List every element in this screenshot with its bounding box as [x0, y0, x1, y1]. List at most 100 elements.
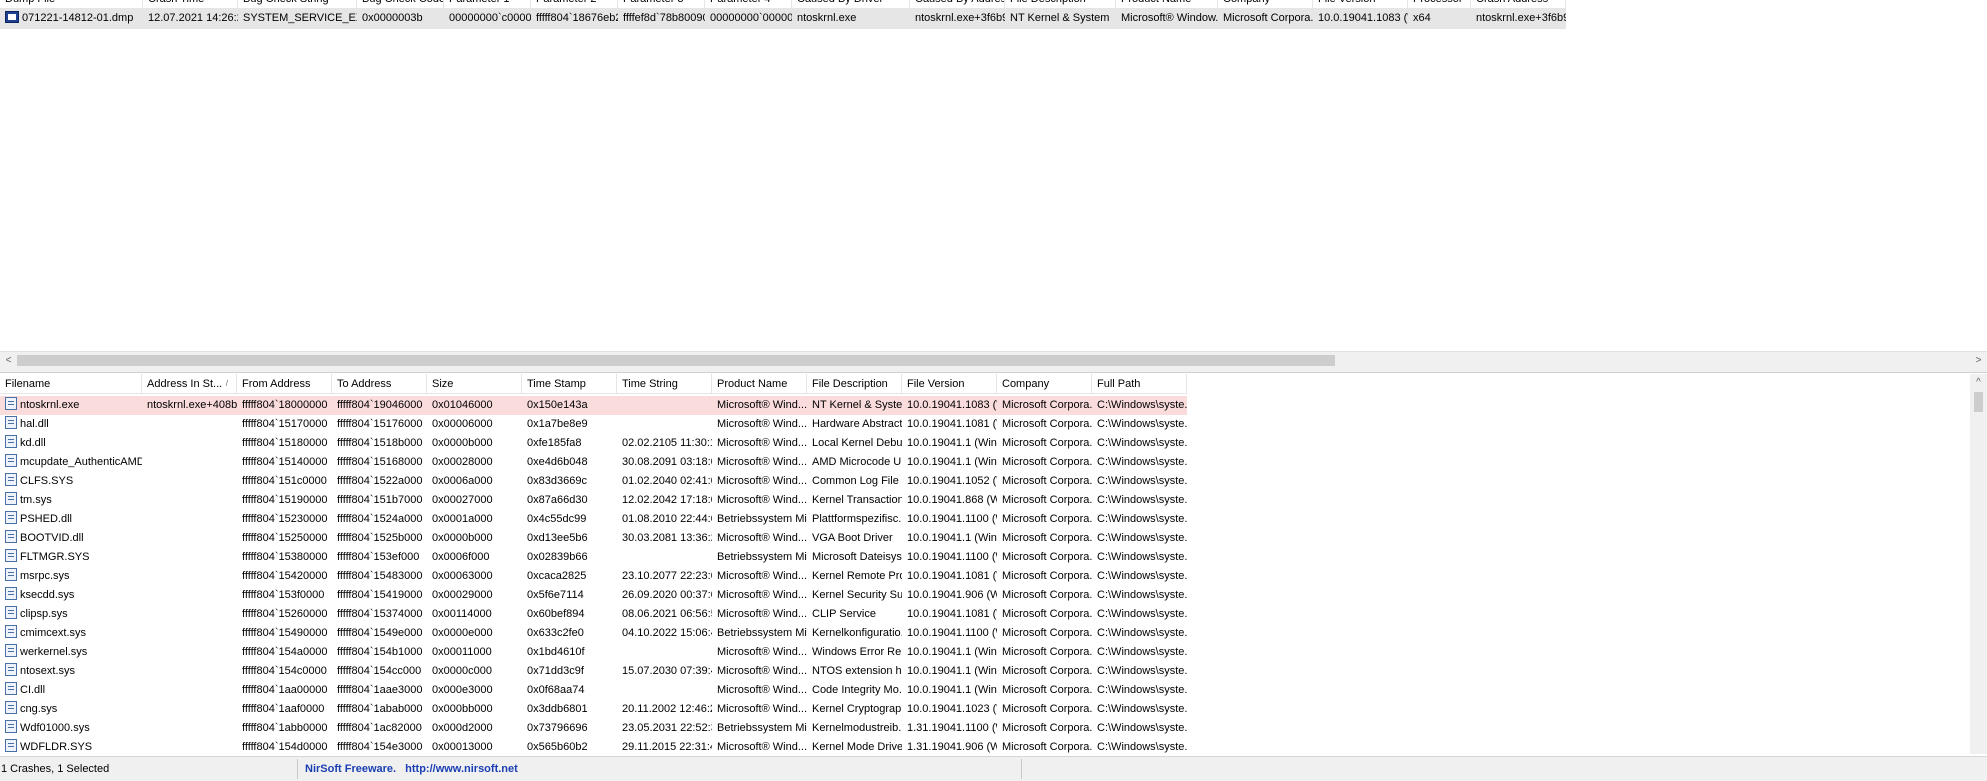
- cell-text: 0xcaca2825: [527, 570, 587, 582]
- cell-text: Plattformspezifisc...: [812, 513, 902, 525]
- scroll-left-icon[interactable]: <: [0, 352, 17, 369]
- cell-size: 0x00028000: [427, 453, 522, 472]
- cell-text: Common Log File ...: [812, 475, 902, 487]
- column-header-company[interactable]: Company: [997, 374, 1092, 394]
- column-header-product-name[interactable]: Product Name: [1116, 0, 1218, 9]
- column-header-parameter-2[interactable]: Parameter 2: [531, 0, 618, 9]
- module-row[interactable]: FLTMGR.SYS fffff804`15380000 fffff804`153e…: [0, 548, 1187, 567]
- module-row[interactable]: ksecdd.sys fffff804`153f0000 fffff804`1541…: [0, 586, 1187, 605]
- cell-text: 10.0.19041.1023 (W...: [907, 703, 997, 715]
- column-header-size[interactable]: Size: [427, 374, 522, 394]
- module-row[interactable]: WDFLDR.SYS fffff804`154d0000 fffff804`154e…: [0, 738, 1187, 754]
- cell-size: 0x00063000: [427, 567, 522, 586]
- column-header-file-description[interactable]: File Description: [807, 374, 902, 394]
- module-row[interactable]: kd.dll fffff804`15180000 fffff804`1518b000…: [0, 434, 1187, 453]
- module-row[interactable]: cmimcext.sys fffff804`15490000 fffff804`15…: [0, 624, 1187, 643]
- cell-time-stamp: 0x71dd3c9f: [522, 662, 617, 681]
- column-header-product-name[interactable]: Product Name: [712, 374, 807, 394]
- cell-text: Microsoft Corpora...: [1223, 12, 1313, 24]
- module-row[interactable]: Wdf01000.sys fffff804`1abb0000 fffff804`1a…: [0, 719, 1187, 738]
- horizontal-scrollbar[interactable]: < >: [0, 351, 1987, 368]
- cell-text: Microsoft Corpora...: [1002, 532, 1092, 544]
- column-header-parameter-4[interactable]: Parameter 4: [705, 0, 792, 9]
- cell-parameter-3: ffffef8d`78b80090: [618, 9, 705, 29]
- cell-time-string: 23.10.2077 22:23:01: [617, 567, 712, 586]
- cell-text: Microsoft Corpora...: [1002, 703, 1092, 715]
- module-row[interactable]: clipsp.sys fffff804`15260000 fffff804`1537…: [0, 605, 1187, 624]
- cell-text: 10.0.19041.1081 (W...: [907, 608, 997, 620]
- cell-filename: werkernel.sys: [0, 643, 142, 662]
- scroll-up-icon[interactable]: ^: [1970, 374, 1987, 391]
- cell-from-address: fffff804`153f0000: [237, 586, 332, 605]
- column-header-from-address[interactable]: From Address: [237, 374, 332, 394]
- column-header-to-address[interactable]: To Address: [332, 374, 427, 394]
- column-header-full-path[interactable]: Full Path: [1092, 374, 1187, 394]
- cell-text: CI.dll: [20, 684, 46, 696]
- column-header-processor[interactable]: Processor: [1408, 0, 1471, 9]
- module-row[interactable]: BOOTVID.dll fffff804`15250000 fffff804`152…: [0, 529, 1187, 548]
- module-row[interactable]: tm.sys fffff804`15190000 fffff804`151b7000…: [0, 491, 1187, 510]
- module-row[interactable]: werkernel.sys fffff804`154a0000 fffff804`1…: [0, 643, 1187, 662]
- module-file-icon: [5, 549, 17, 562]
- column-header-parameter-1[interactable]: Parameter 1: [444, 0, 531, 9]
- cell-time-stamp: 0x60bef894: [522, 605, 617, 624]
- module-row[interactable]: cng.sys fffff804`1aaf0000 fffff804`1abab00…: [0, 700, 1187, 719]
- cell-text: 10.0.19041.1 (WinB...: [907, 456, 997, 468]
- cell-text: 0xd13ee5b6: [527, 532, 588, 544]
- cell-to-address: fffff804`1549e000: [332, 624, 427, 643]
- cell-from-address: fffff804`15420000: [237, 567, 332, 586]
- module-file-icon: [5, 397, 17, 410]
- column-header-time-string[interactable]: Time String: [617, 374, 712, 394]
- column-header-crash-time[interactable]: Crash Time ^: [143, 0, 238, 9]
- column-header-bug-check-code[interactable]: Bug Check Code: [357, 0, 444, 9]
- crash-list-row[interactable]: 071221-14812-01.dmp 12.07.2021 14:26:23 SY…: [0, 9, 1566, 29]
- column-header-company[interactable]: Company: [1218, 0, 1313, 9]
- column-header-label: Company: [1223, 0, 1270, 5]
- column-header-crash-address[interactable]: Crash Address: [1471, 0, 1566, 9]
- module-row[interactable]: PSHED.dll fffff804`15230000 fffff804`1524a…: [0, 510, 1187, 529]
- column-header-filename[interactable]: Filename: [0, 374, 142, 394]
- horizontal-scroll-thumb[interactable]: [17, 355, 1335, 366]
- cell-time-string: [617, 548, 712, 567]
- column-header-address-in-st[interactable]: Address In St... /: [142, 374, 237, 394]
- module-row[interactable]: hal.dll fffff804`15170000 fffff804`1517600…: [0, 415, 1187, 434]
- cell-text: NT Kernel & System: [812, 399, 902, 411]
- pane-splitter[interactable]: [0, 368, 1987, 373]
- module-row[interactable]: ntosext.sys fffff804`154c0000 fffff804`154…: [0, 662, 1187, 681]
- module-row[interactable]: ntoskrnl.exe ntoskrnl.exe+408b... fffff804…: [0, 396, 1187, 415]
- cell-to-address: fffff804`15168000: [332, 453, 427, 472]
- cell-to-address: fffff804`1ac82000: [332, 719, 427, 738]
- module-row[interactable]: mcupdate_AuthenticAMD.dll fffff804`151400…: [0, 453, 1187, 472]
- cell-time-string: 30.08.2091 03:18:00: [617, 453, 712, 472]
- cell-text: 0x00006000: [432, 418, 493, 430]
- cell-full-path: C:\Windows\syste...: [1092, 605, 1187, 624]
- cell-text: 0x00063000: [432, 570, 493, 582]
- column-header-parameter-3[interactable]: Parameter 3: [618, 0, 705, 9]
- cell-text: 0x1bd4610f: [527, 646, 585, 658]
- column-header-time-stamp[interactable]: Time Stamp: [522, 374, 617, 394]
- vertical-scroll-thumb[interactable]: [1974, 392, 1983, 412]
- column-header-dump-file[interactable]: Dump File: [0, 0, 143, 9]
- cell-text: fffff804`154a0000: [242, 646, 328, 658]
- module-row[interactable]: CLFS.SYS fffff804`151c0000 fffff804`1522a0…: [0, 472, 1187, 491]
- cell-text: Microsoft® Wind...: [717, 646, 807, 658]
- cell-text: 10.0.19041.1 (WinB...: [907, 532, 997, 544]
- scroll-right-icon[interactable]: >: [1970, 352, 1987, 369]
- cell-text: 0x0001a000: [432, 513, 493, 525]
- module-row[interactable]: CI.dll fffff804`1aa00000 fffff804`1aae3000…: [0, 681, 1187, 700]
- column-header-file-version[interactable]: File Version: [902, 374, 997, 394]
- cell-from-address: fffff804`15140000: [237, 453, 332, 472]
- nirsoft-link[interactable]: http://www.nirsoft.net: [405, 763, 518, 775]
- cell-text: 0x0000e000: [432, 627, 493, 639]
- column-header-bug-check-string[interactable]: Bug Check String: [238, 0, 357, 9]
- column-header-file-description[interactable]: File Description: [1005, 0, 1116, 9]
- column-header-caused-by-driver[interactable]: Caused By Driver: [792, 0, 910, 9]
- column-header-caused-by-address[interactable]: Caused By Address: [910, 0, 1005, 9]
- cell-text: fffff804`154c0000: [242, 665, 327, 677]
- column-header-file-version[interactable]: File Version: [1313, 0, 1408, 9]
- module-row[interactable]: msrpc.sys fffff804`15420000 fffff804`15483…: [0, 567, 1187, 586]
- cell-text: C:\Windows\syste...: [1097, 532, 1187, 544]
- module-file-icon: [5, 606, 17, 619]
- vertical-scrollbar[interactable]: ^: [1970, 374, 1987, 754]
- cell-filename: ntoskrnl.exe: [0, 396, 142, 415]
